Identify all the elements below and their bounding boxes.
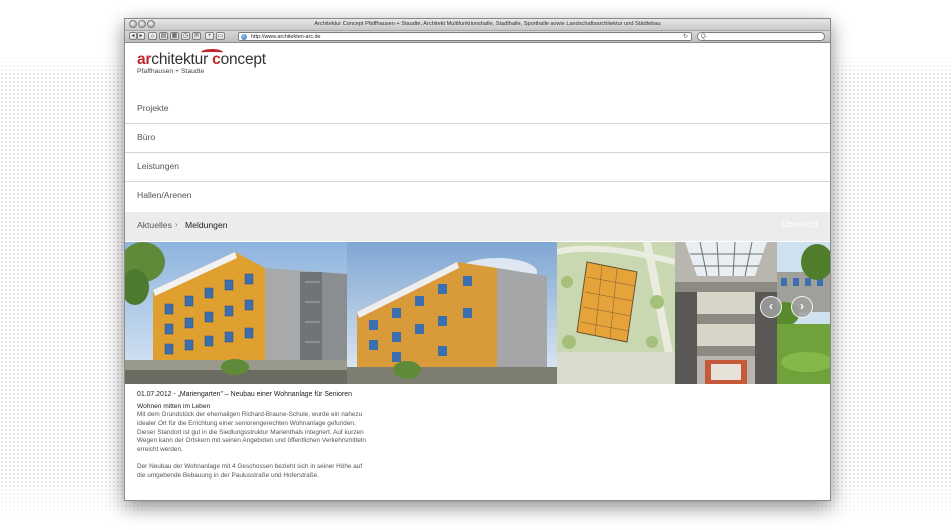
news-article: 01.07.2012 - „Mariengarten" – Neubau ein… (137, 391, 367, 489)
reload-icon[interactable]: ↻ (683, 33, 688, 41)
logo-subtitle: Pfaffhausen + Staudte (137, 68, 205, 75)
nav-item-leistungen[interactable]: Leistungen (125, 153, 830, 182)
window-title: Architektur Concept Pfaffhausen + Staudt… (314, 21, 661, 27)
search-field[interactable]: Q· (697, 32, 825, 41)
gallery-image-render-2[interactable] (347, 242, 557, 384)
minimize-window-icon[interactable] (138, 20, 146, 28)
article-paragraph-2: Der Neubau der Wohnanlage mit 4 Geschoss… (137, 462, 363, 479)
breadcrumb-aktuelles[interactable]: Aktuelles (137, 220, 172, 230)
arrow-right-icon: › (800, 299, 804, 313)
add-bookmark-icon[interactable]: + (205, 32, 214, 40)
browser-window: Architektur Concept Pfaffhausen + Staudt… (124, 18, 831, 501)
mail-icon[interactable]: ✉ (192, 32, 201, 40)
main-navigation: Projekte Büro Leistungen Hallen/Arenen (125, 95, 830, 210)
arrow-left-icon: ‹ (769, 299, 773, 313)
gallery-image-site-plan[interactable] (557, 242, 675, 384)
web-page: architektur concept Pfaffhausen + Staudt… (125, 43, 830, 500)
gallery-prev-button[interactable]: ‹ (760, 296, 782, 318)
back-icon[interactable]: ◂ (129, 32, 137, 40)
article-paragraph-1: Mit dem Grundstück der ehemaligen Richar… (137, 411, 366, 454)
image-gallery: ‹ › (125, 242, 830, 384)
address-bar[interactable]: http://www.architekten-arc.de ↻ (238, 32, 692, 41)
overview-link[interactable]: Übersicht (782, 219, 818, 229)
site-logo[interactable]: architektur concept Pfaffhausen + Staudt… (137, 49, 266, 76)
zoom-window-icon[interactable] (147, 20, 155, 28)
share-icon[interactable]: ▭ (216, 32, 225, 40)
nav-item-projekte[interactable]: Projekte (125, 95, 830, 124)
home-icon[interactable]: ⌂ (148, 32, 157, 40)
globe-icon (241, 34, 247, 40)
nav-item-buero[interactable]: Büro (125, 124, 830, 153)
title-bar: Architektur Concept Pfaffhausen + Staudt… (125, 19, 830, 31)
close-window-icon[interactable] (129, 20, 137, 28)
history-icon[interactable]: ◷ (181, 32, 190, 40)
article-subheading: Wohnen mitten im Leben (137, 403, 211, 410)
forward-icon[interactable]: ▸ (137, 32, 145, 40)
gallery-image-render-1[interactable] (125, 242, 347, 384)
browser-toolbar: ◂ ▸ ⌂ ▤ ▦ ◷ ✉ + ▭ http://www.architekten… (125, 31, 830, 43)
logo-arc-icon (201, 49, 223, 56)
bookmarks-icon[interactable]: ▤ (159, 32, 168, 40)
gallery-next-button[interactable]: › (791, 296, 813, 318)
nav-item-hallen-arenen[interactable]: Hallen/Arenen (125, 182, 830, 210)
url-text: http://www.architekten-arc.de (251, 34, 321, 40)
article-headline: 01.07.2012 - „Mariengarten" – Neubau ein… (137, 391, 352, 398)
grid-view-icon[interactable]: ▦ (170, 32, 179, 40)
breadcrumb-current: Meldungen (185, 220, 228, 230)
breadcrumb: Aktuelles › Meldungen Übersicht (125, 212, 830, 241)
breadcrumb-separator: › (175, 220, 178, 229)
